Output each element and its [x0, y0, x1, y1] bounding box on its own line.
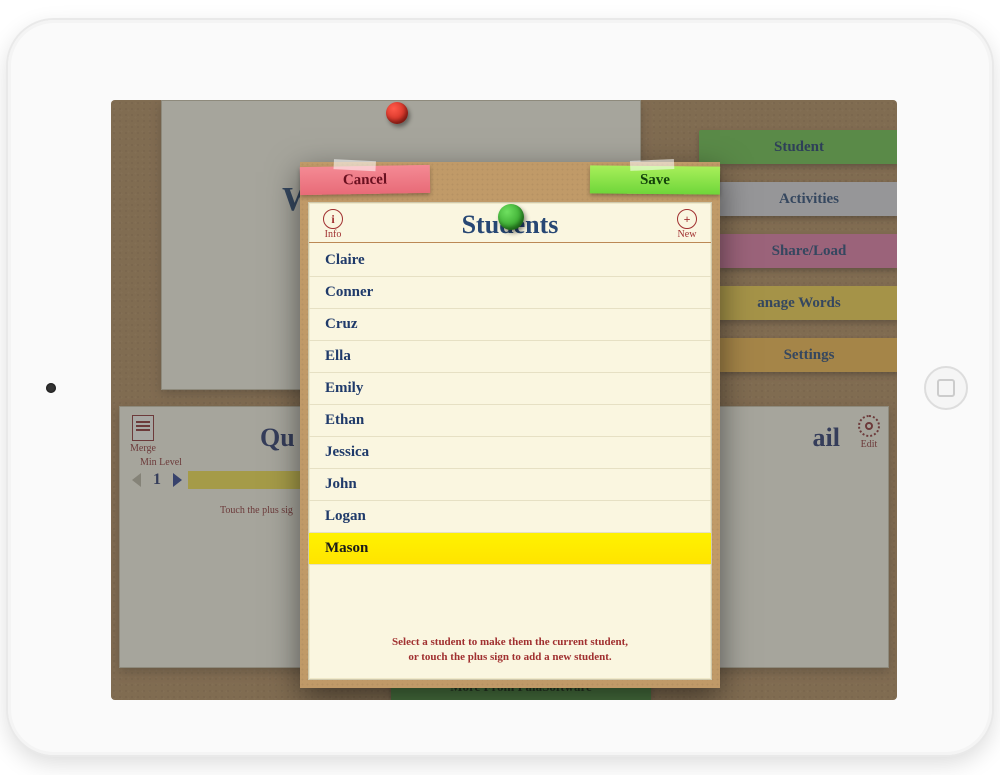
info-label: Info [323, 229, 343, 240]
chevron-right-icon[interactable] [173, 473, 182, 487]
student-item[interactable]: Mason [309, 533, 711, 565]
new-student-button[interactable]: + New [677, 209, 697, 240]
tab-student[interactable]: Student [699, 130, 897, 164]
student-list[interactable]: ClaireConnerCruzEllaEmilyEthanJessicaJoh… [309, 243, 711, 625]
hint-text: Touch the plus sig [220, 505, 293, 516]
tab-share-load[interactable]: Share/Load [719, 234, 897, 268]
edit-label: Edit [858, 439, 880, 450]
gear-icon [858, 415, 880, 437]
level-value: 1 [147, 471, 167, 489]
merge-button[interactable]: Merge [130, 415, 156, 454]
student-item[interactable]: Emily [309, 373, 711, 405]
camera-dot [46, 383, 56, 393]
merge-label: Merge [130, 443, 156, 454]
modal-paper: i Info Students + New ClaireConnerCruzEl… [308, 202, 712, 680]
student-item[interactable]: Claire [309, 245, 711, 277]
student-item[interactable]: Logan [309, 501, 711, 533]
document-icon [132, 415, 154, 441]
level-stepper[interactable]: 1 [132, 471, 318, 489]
student-item[interactable]: Cruz [309, 309, 711, 341]
student-item[interactable]: Jessica [309, 437, 711, 469]
pushpin-green-icon [498, 204, 524, 230]
modal-footer: Select a student to make them the curren… [309, 625, 711, 679]
home-button[interactable] [924, 366, 968, 410]
app-screen: W S Merge Qu Min Level 1 Touch the plus … [111, 100, 897, 700]
tab-activities[interactable]: Activities [719, 182, 897, 216]
student-item[interactable]: John [309, 469, 711, 501]
tab-settings[interactable]: Settings [719, 338, 897, 372]
edit-button[interactable]: Edit [858, 415, 880, 450]
pushpin-red-icon [386, 102, 408, 124]
ipad-frame: W S Merge Qu Min Level 1 Touch the plus … [8, 20, 992, 755]
info-button[interactable]: i Info [323, 209, 343, 240]
chevron-left-icon[interactable] [132, 473, 141, 487]
detail-title: ail [813, 423, 840, 453]
plus-icon: + [677, 209, 697, 229]
student-item[interactable]: Ethan [309, 405, 711, 437]
new-label: New [677, 229, 697, 240]
save-button[interactable]: Save [590, 165, 720, 194]
student-item[interactable]: Conner [309, 277, 711, 309]
quick-title: Qu [260, 423, 295, 453]
student-item[interactable]: Ella [309, 341, 711, 373]
info-icon: i [323, 209, 343, 229]
footer-line-1: Select a student to make them the curren… [323, 635, 697, 650]
cancel-button[interactable]: Cancel [300, 165, 430, 195]
min-level-label: Min Level [140, 457, 182, 468]
students-modal: Cancel Save i Info Students + New Claire… [300, 162, 720, 688]
highlight-bar [188, 471, 318, 489]
tab-manage-words[interactable]: anage Words [699, 286, 897, 320]
footer-line-2: or touch the plus sign to add a new stud… [323, 650, 697, 665]
